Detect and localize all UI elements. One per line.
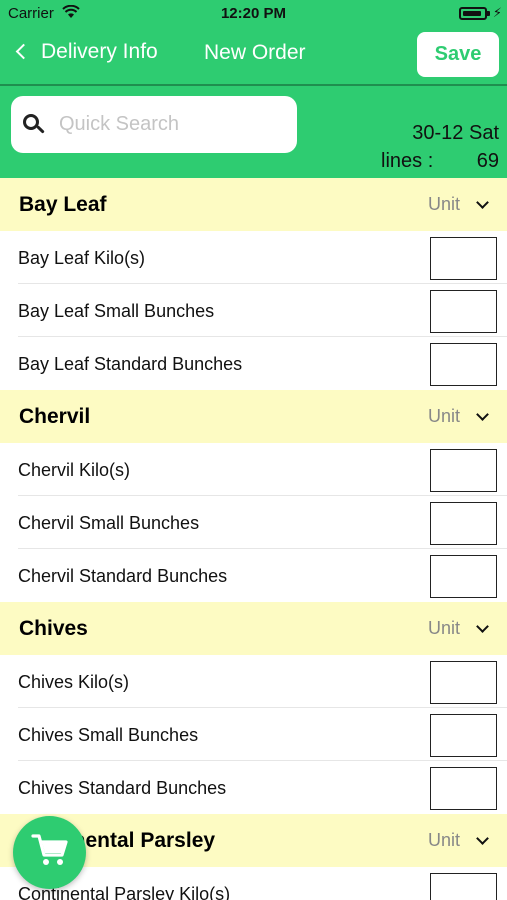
unit-selector[interactable]: Unit <box>427 830 489 851</box>
quantity-input[interactable] <box>430 873 497 900</box>
item-label: Bay Leaf Small Bunches <box>18 301 215 321</box>
item-label: Chives Small Bunches <box>18 725 199 745</box>
list-item: Bay Leaf Kilo(s) <box>0 231 507 284</box>
quantity-input[interactable] <box>430 290 497 333</box>
quantity-input[interactable] <box>430 555 497 598</box>
section-title: Chives <box>19 617 88 640</box>
item-label: Chervil Standard Bunches <box>18 566 228 586</box>
list-item: Chives Standard Bunches <box>0 761 507 814</box>
section-header-chives: Chives Unit <box>0 602 507 655</box>
product-list: Bay Leaf Unit Bay Leaf Kilo(s) Bay Leaf … <box>0 178 507 900</box>
back-button[interactable]: Delivery Info <box>15 40 158 64</box>
quantity-input[interactable] <box>430 343 497 386</box>
back-label: Delivery Info <box>41 40 158 63</box>
unit-label: Unit <box>427 406 460 426</box>
quantity-input[interactable] <box>430 449 497 492</box>
list-item: Chives Kilo(s) <box>0 655 507 708</box>
section-title: Chervil <box>19 405 91 428</box>
unit-selector[interactable]: Unit <box>427 194 489 215</box>
battery-icon <box>459 7 487 20</box>
quantity-input[interactable] <box>430 502 497 545</box>
chevron-down-icon <box>476 619 489 633</box>
item-label: Bay Leaf Kilo(s) <box>18 248 146 268</box>
unit-label: Unit <box>427 830 460 850</box>
search-bar[interactable] <box>11 96 297 153</box>
list-item: Chervil Standard Bunches <box>0 549 507 602</box>
item-label: Chervil Kilo(s) <box>18 460 131 480</box>
charging-icon: ⚡ <box>492 5 502 20</box>
quantity-input[interactable] <box>430 237 497 280</box>
section-header-bay-leaf: Bay Leaf Unit <box>0 178 507 231</box>
section-header-chervil: Chervil Unit <box>0 390 507 443</box>
lines-count: 69 <box>476 150 499 172</box>
save-button[interactable]: Save <box>417 32 499 77</box>
unit-selector[interactable]: Unit <box>427 406 489 427</box>
nav-divider <box>0 84 507 86</box>
quantity-input[interactable] <box>430 661 497 704</box>
item-label: Chives Standard Bunches <box>18 778 227 798</box>
chevron-down-icon <box>476 831 489 845</box>
chevron-down-icon <box>476 195 489 209</box>
list-item: Chervil Kilo(s) <box>0 443 507 496</box>
list-item: Bay Leaf Standard Bunches <box>0 337 507 390</box>
search-icon <box>23 113 45 136</box>
status-bar: Carrier 12:20 PM ⚡ <box>0 0 507 28</box>
list-item: Chervil Small Bunches <box>0 496 507 549</box>
clock: 12:20 PM <box>220 5 287 22</box>
unit-label: Unit <box>427 194 460 214</box>
item-label: Chervil Small Bunches <box>18 513 200 533</box>
item-label: Bay Leaf Standard Bunches <box>18 354 243 374</box>
order-date: 30-12 Sat <box>412 122 499 144</box>
chevron-left-icon <box>15 43 32 59</box>
quantity-input[interactable] <box>430 714 497 757</box>
search-input[interactable] <box>59 113 289 136</box>
navigation-bar: Delivery Info New Order Save <box>0 28 507 84</box>
cart-button[interactable] <box>13 816 86 889</box>
chevron-down-icon <box>476 407 489 421</box>
lines-label: lines : <box>381 150 434 172</box>
battery-tip <box>487 11 490 16</box>
page-title: New Order <box>204 41 306 64</box>
quantity-input[interactable] <box>430 767 497 810</box>
item-label: Chives Kilo(s) <box>18 672 130 692</box>
header-area: Carrier 12:20 PM ⚡ Delivery Info New Ord… <box>0 0 507 178</box>
unit-selector[interactable]: Unit <box>427 618 489 639</box>
list-item: Bay Leaf Small Bunches <box>0 284 507 337</box>
cart-icon <box>30 833 69 872</box>
list-item: Chives Small Bunches <box>0 708 507 761</box>
unit-label: Unit <box>427 618 460 638</box>
section-title: Bay Leaf <box>19 193 107 216</box>
